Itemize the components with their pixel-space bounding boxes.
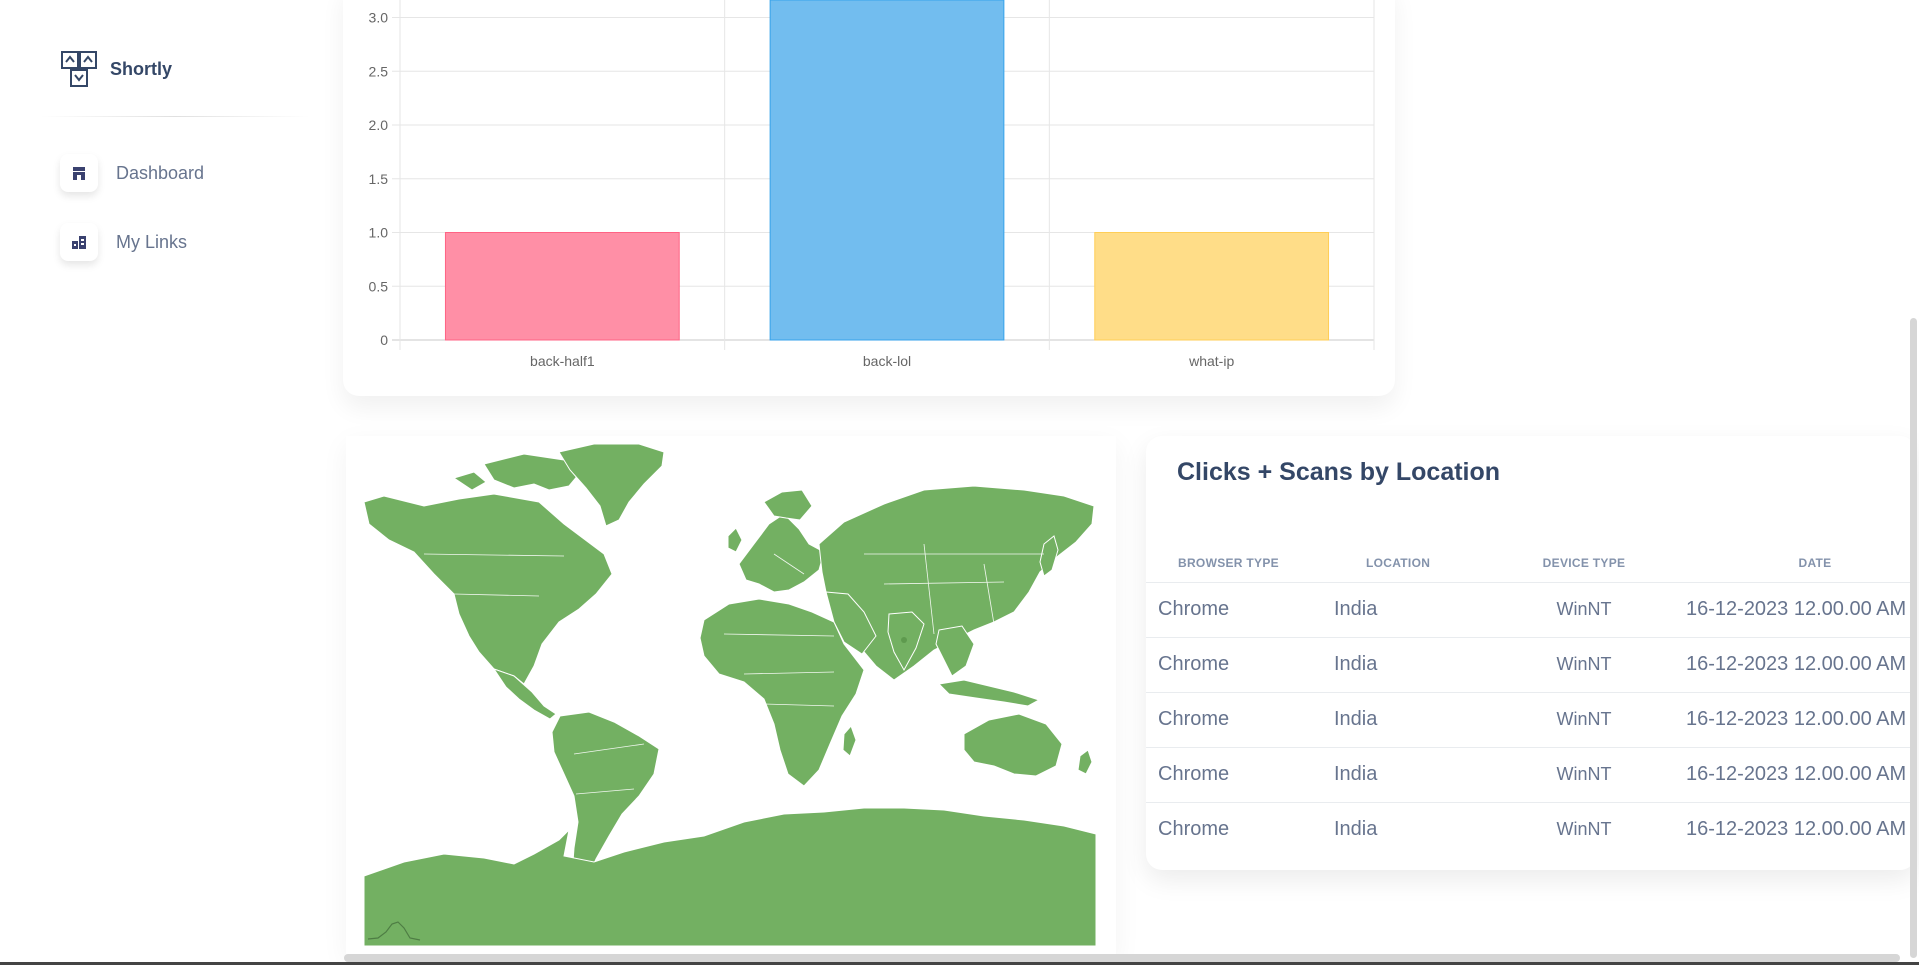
- greenland: [558, 444, 665, 527]
- y-tick-label: 2.5: [369, 63, 389, 79]
- y-tick-label: 0: [380, 332, 388, 348]
- cell-date: 16-12-2023 12.00.00 AM: [1674, 637, 1916, 693]
- y-tick-label: 1.0: [369, 225, 389, 241]
- sidebar-item-label: Dashboard: [116, 162, 205, 183]
- cell-date: 16-12-2023 12.00.00 AM: [1674, 747, 1916, 803]
- x-tick-label: back-half1: [530, 353, 595, 369]
- table-row: Chrome India WinNT 16-12-2023 12.00.00 A…: [1146, 802, 1916, 857]
- cell-date: 16-12-2023 12.00.00 AM: [1674, 692, 1916, 748]
- cell-date: 16-12-2023 12.00.00 AM: [1674, 582, 1916, 638]
- cell-location: India: [1334, 692, 1494, 748]
- y-tick-label: 2.0: [369, 117, 389, 133]
- cell-browser-type: Chrome: [1158, 818, 1230, 841]
- uk: [727, 527, 743, 553]
- australia: [963, 713, 1063, 777]
- location-marker-india: [901, 637, 907, 643]
- x-tick-label: what-ip: [1188, 353, 1234, 369]
- cell-browser-type: Chrome: [1146, 637, 1334, 693]
- cell-location: India: [1334, 637, 1494, 693]
- cell-device-type: WinNT: [1556, 819, 1612, 840]
- sidebar: Shortly Dashboard My Links: [0, 0, 330, 965]
- cell-browser-type: Chrome: [1146, 582, 1334, 638]
- new-zealand: [1077, 749, 1093, 775]
- scandinavia: [763, 489, 813, 521]
- map-land: [364, 444, 1096, 946]
- southeast-asia: [935, 625, 975, 677]
- column-header-device-type: Device Type: [1494, 544, 1674, 583]
- indonesia: [937, 679, 1041, 707]
- sidebar-item-my-links[interactable]: My Links: [60, 223, 187, 261]
- brand-name: Shortly: [110, 58, 173, 79]
- cell-device-type: WinNT: [1494, 692, 1674, 748]
- europe: [738, 513, 825, 593]
- brand[interactable]: Shortly: [60, 50, 172, 88]
- table-row: Chrome India WinNT 16-12-2023 12.00.00 A…: [1146, 747, 1916, 803]
- office-icon: [60, 223, 98, 261]
- location-table-title: Clicks + Scans by Location: [1177, 458, 1501, 486]
- sidebar-item-label: My Links: [116, 231, 188, 252]
- y-tick-label: 0.5: [369, 278, 389, 294]
- table-header-row: Browser Type Location Device Type Date: [1146, 544, 1916, 583]
- cell-browser-type: Chrome: [1146, 692, 1334, 748]
- horizontal-scrollbar[interactable]: [344, 954, 1900, 962]
- cell-location: India: [1334, 747, 1494, 803]
- brand-logo-icon: [61, 51, 97, 87]
- bar-what-ip: [1094, 232, 1330, 341]
- bar-back-lol: [769, 0, 1005, 341]
- y-tick-label: 3.0: [369, 10, 389, 26]
- y-tick-label: 1.5: [369, 171, 389, 187]
- madagascar: [842, 725, 857, 757]
- bar-chart: 0 0.5 1.0 1.5 2.0 2.5 3.0 back-half1 back-lol wha…: [369, 0, 1375, 369]
- column-header-browser-type: Browser Type: [1146, 544, 1334, 583]
- column-header-date: Date: [1674, 544, 1916, 583]
- column-header-location: Location: [1334, 544, 1494, 583]
- cell-date: 16-12-2023 12.00.00 AM: [1686, 818, 1907, 841]
- shop-icon: [60, 154, 98, 192]
- cell-browser-type: Chrome: [1146, 747, 1334, 803]
- vertical-scrollbar[interactable]: [1910, 318, 1917, 958]
- arctic-islands: [452, 471, 487, 491]
- cell-device-type: WinNT: [1494, 582, 1674, 638]
- x-tick-label: back-lol: [863, 353, 911, 369]
- cell-device-type: WinNT: [1494, 637, 1674, 693]
- cell-location: India: [1334, 582, 1494, 638]
- location-table: Browser Type Location Device Type Date C…: [1146, 544, 1916, 857]
- table-row: Chrome India WinNT 16-12-2023 12.00.00 A…: [1146, 692, 1916, 748]
- cell-location: India: [1334, 818, 1378, 841]
- table-row: Chrome India WinNT 16-12-2023 12.00.00 A…: [1146, 637, 1916, 693]
- sidebar-item-dashboard[interactable]: Dashboard: [60, 154, 204, 192]
- cell-device-type: WinNT: [1494, 747, 1674, 803]
- bar-back-half1: [444, 232, 680, 341]
- north-america: [364, 493, 613, 685]
- world-map[interactable]: [364, 444, 1096, 946]
- antarctica: [364, 807, 1096, 946]
- sidebar-divider: [40, 116, 310, 117]
- table-row: Chrome India WinNT 16-12-2023 12.00.00 A…: [1146, 582, 1916, 638]
- location-table-card: Clicks + Scans by Location Browser Type …: [1146, 436, 1916, 870]
